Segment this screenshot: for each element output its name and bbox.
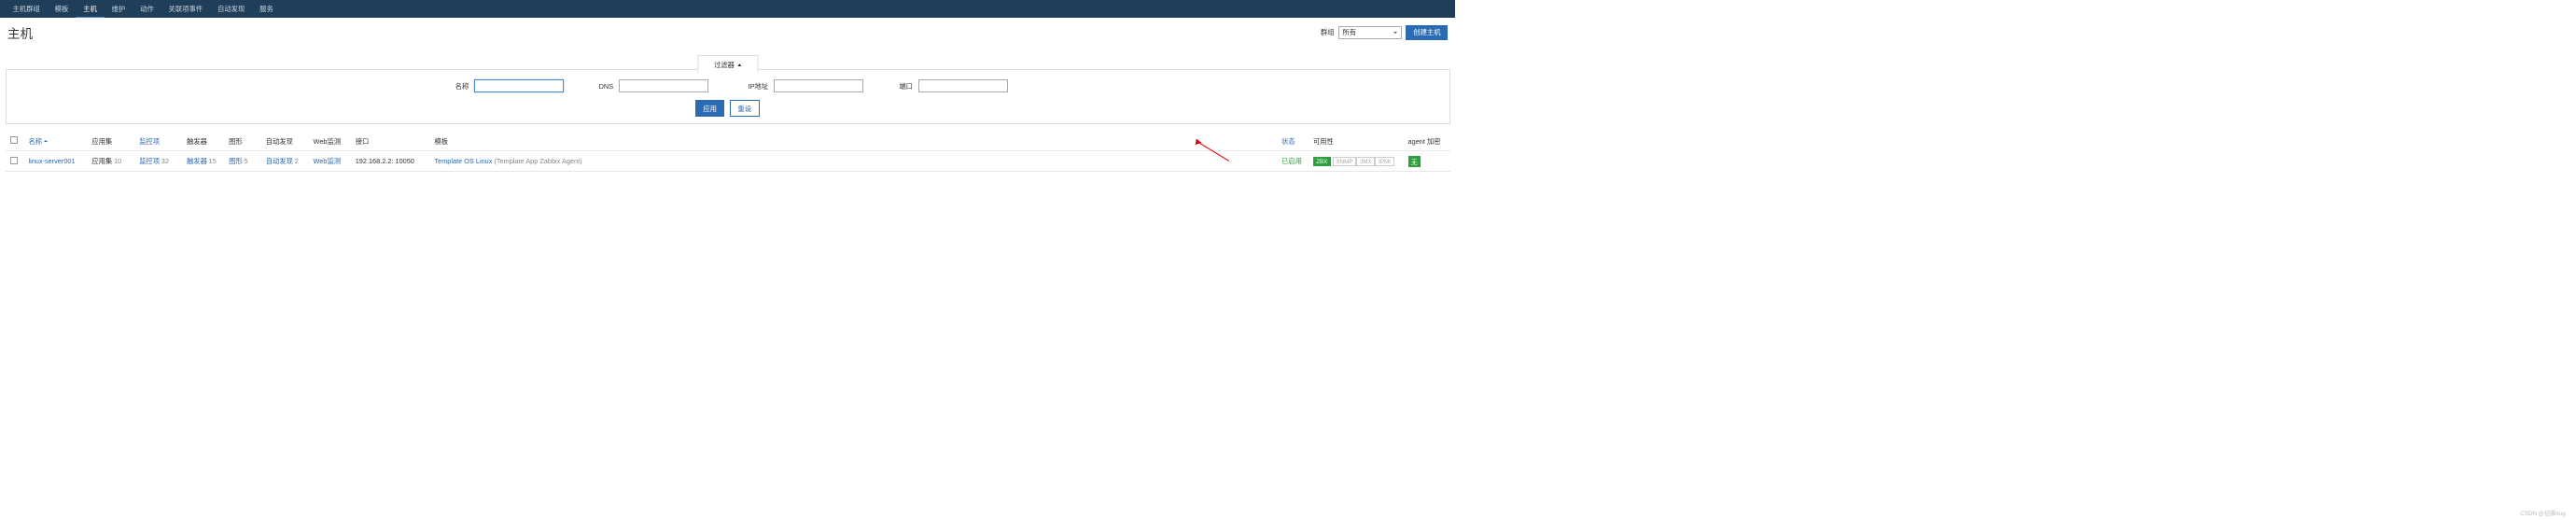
- items-link[interactable]: 监控项: [139, 157, 160, 165]
- triggers-link[interactable]: 触发器: [187, 157, 207, 165]
- col-web: Web监测: [308, 132, 350, 151]
- filter-dns-label: DNS: [593, 82, 614, 91]
- nav-hosts[interactable]: 主机: [76, 0, 104, 18]
- watermark: CSDN @征服bug: [2520, 509, 2565, 517]
- col-templates: 模板: [429, 132, 1277, 151]
- filter-port-label: 端口: [891, 81, 913, 91]
- col-interface: 接口: [350, 132, 429, 151]
- group-label: 群组: [1321, 27, 1335, 37]
- filter-name-label: 名称: [448, 81, 469, 91]
- col-graphs: 图形: [224, 132, 261, 151]
- nav-services[interactable]: 服务: [252, 0, 280, 18]
- filter-ip-input[interactable]: [774, 79, 863, 92]
- table-row: linux-server001 应用集10 监控项32 触发器15 图形5 自动…: [6, 151, 1450, 172]
- filter-reset-button[interactable]: 重设: [730, 100, 760, 118]
- nav-maintenance[interactable]: 维护: [105, 0, 133, 18]
- template-main-link[interactable]: Template OS Linux: [434, 157, 492, 165]
- avail-snmp-badge: SNMP: [1333, 157, 1357, 166]
- page-title: 主机: [7, 23, 33, 42]
- filter-toggle[interactable]: 过滤器: [697, 55, 758, 74]
- hosts-table: 名称 应用集 监控项 触发器 图形 自动发现 Web监测 接口 模板 状态 可用…: [6, 132, 1450, 172]
- col-status[interactable]: 状态: [1281, 137, 1295, 146]
- row-checkbox[interactable]: [10, 157, 18, 164]
- apps-link[interactable]: 应用集10: [91, 157, 121, 165]
- nav-templates[interactable]: 模板: [48, 0, 76, 18]
- nav-correlation[interactable]: 关联项事件: [161, 0, 210, 18]
- nav-actions[interactable]: 动作: [133, 0, 161, 18]
- avail-zbx-badge: ZBX: [1313, 157, 1331, 165]
- page-header: 主机 群组 所有 创建主机: [0, 18, 1455, 49]
- graphs-link[interactable]: 图形: [229, 157, 243, 165]
- sort-asc-icon: [44, 140, 48, 142]
- filter-ip-label: IP地址: [736, 81, 768, 91]
- interface-cell: 192.168.2.2: 10050: [350, 151, 429, 172]
- filter-apply-button[interactable]: 应用: [695, 100, 723, 118]
- top-nav: 主机群组 模板 主机 维护 动作 关联项事件 自动发现 服务: [0, 0, 1455, 18]
- col-apps: 应用集: [87, 132, 134, 151]
- select-all-checkbox[interactable]: [10, 136, 18, 144]
- nav-discovery[interactable]: 自动发现: [210, 0, 252, 18]
- group-select[interactable]: 所有: [1338, 26, 1402, 39]
- col-triggers: 触发器: [181, 132, 223, 151]
- table-header-row: 名称 应用集 监控项 触发器 图形 自动发现 Web监测 接口 模板 状态 可用…: [6, 132, 1450, 151]
- col-name[interactable]: 名称: [28, 136, 48, 147]
- nav-hostgroups[interactable]: 主机群组: [6, 0, 48, 18]
- avail-jmx-badge: JMX: [1356, 157, 1375, 166]
- col-items[interactable]: 监控项: [139, 137, 160, 146]
- filter-panel: 过滤器 名称 DNS IP地址 端口: [6, 69, 1450, 124]
- col-agent-enc: agent 加密: [1403, 132, 1450, 151]
- web-link[interactable]: Web监测: [314, 157, 342, 165]
- status-enabled[interactable]: 已启用: [1281, 157, 1302, 165]
- enc-none-badge: 无: [1408, 156, 1421, 167]
- filter-name-input[interactable]: [474, 79, 564, 92]
- avail-ipmi-badge: IPMI: [1375, 157, 1393, 166]
- filter-port-input[interactable]: [918, 79, 1008, 92]
- host-name-link[interactable]: linux-server001: [28, 157, 75, 165]
- discovery-link[interactable]: 自动发现: [266, 157, 293, 165]
- create-host-button[interactable]: 创建主机: [1406, 25, 1448, 41]
- triangle-up-icon: [737, 63, 741, 66]
- template-sub: Template App Zabbix Agent: [497, 157, 580, 165]
- filter-dns-input[interactable]: [619, 79, 708, 92]
- col-availability: 可用性: [1308, 132, 1403, 151]
- col-discovery: 自动发现: [260, 132, 308, 151]
